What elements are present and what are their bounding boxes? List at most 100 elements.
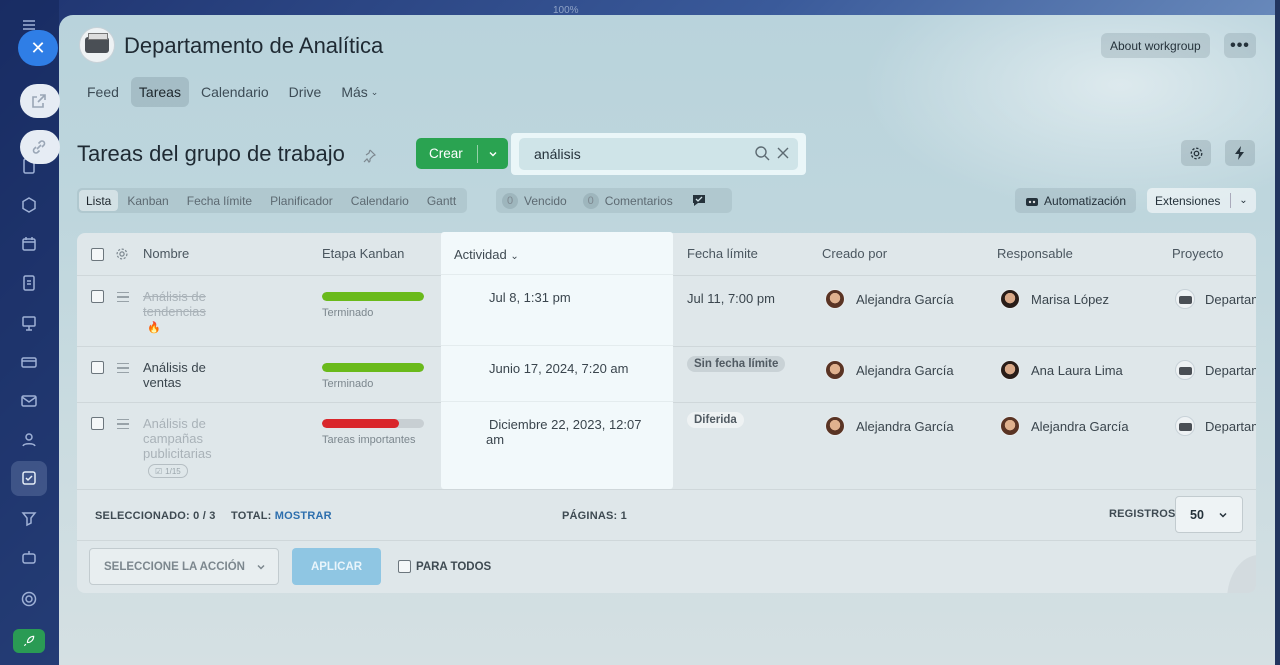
selected-label: SELECCIONADO:: [95, 510, 190, 522]
creator-name: Alejandra García: [856, 418, 954, 434]
task-name-line: tendencias: [143, 304, 206, 319]
column-header-project[interactable]: Proyecto: [1172, 246, 1223, 261]
copy-link-button[interactable]: [20, 130, 60, 164]
chevron-down-icon[interactable]: ⌄: [1231, 195, 1256, 206]
chevron-down-icon: [257, 564, 265, 570]
select-all-checkbox[interactable]: [91, 248, 104, 261]
robot-icon[interactable]: [20, 548, 38, 566]
row-checkbox[interactable]: [91, 361, 104, 374]
close-slider-button[interactable]: ✕: [18, 30, 58, 66]
task-name-link[interactable]: Análisis de ventas: [143, 360, 206, 390]
view-planificador[interactable]: Planificador: [261, 190, 342, 211]
column-header-name[interactable]: Nombre: [143, 246, 189, 261]
quick-actions-button[interactable]: [1225, 140, 1255, 166]
column-header-created-by[interactable]: Creado por: [822, 246, 887, 261]
column-header-activity[interactable]: Actividad ⌄: [454, 247, 519, 262]
view-calendario[interactable]: Calendario: [342, 190, 418, 211]
comments-count: 0: [582, 192, 599, 209]
comments-filter[interactable]: Comentarios: [605, 194, 673, 208]
for-all-option[interactable]: PARA TODOS: [398, 560, 491, 573]
read-all-comments-icon[interactable]: [691, 193, 707, 208]
create-dropdown-chevron-icon[interactable]: [478, 149, 508, 159]
column-header-deadline[interactable]: Fecha límite: [687, 246, 758, 261]
drag-handle-icon[interactable]: [117, 419, 129, 429]
project-link[interactable]: Departamento de Analítica: [1175, 289, 1256, 309]
tasks-icon[interactable]: [20, 469, 38, 487]
row-checkbox[interactable]: [91, 417, 104, 430]
create-task-button[interactable]: Crear: [416, 138, 508, 169]
mail-icon[interactable]: [20, 392, 38, 410]
deadline-badge[interactable]: Sin fecha límite: [687, 356, 786, 372]
creator[interactable]: Alejandra García: [825, 360, 954, 380]
responsible-name: Alejandra García: [1031, 418, 1129, 434]
creator-name: Alejandra García: [856, 291, 954, 307]
group-action-select[interactable]: SELECCIONE LA ACCIÓN: [89, 548, 279, 585]
stage-label: Terminado: [322, 307, 374, 319]
rocket-icon[interactable]: [13, 629, 45, 653]
responsible-name: Ana Laura Lima: [1031, 362, 1123, 378]
contacts-icon[interactable]: [20, 431, 38, 449]
responsible-person[interactable]: Marisa López: [1000, 289, 1109, 309]
group-avatar: [79, 27, 115, 63]
responsible-name: Marisa López: [1031, 291, 1110, 307]
column-header-responsible[interactable]: Responsable: [997, 246, 1073, 261]
tab-drive[interactable]: Drive: [281, 77, 330, 107]
pin-icon[interactable]: [362, 149, 376, 163]
view-fecha-limite[interactable]: Fecha límite: [178, 190, 261, 211]
tab-mas[interactable]: Más ⌄: [333, 77, 386, 107]
overdue-filter[interactable]: Vencido: [524, 194, 567, 208]
automation-button[interactable]: Automatización: [1015, 188, 1136, 213]
for-all-checkbox[interactable]: [398, 560, 411, 573]
creator[interactable]: Alejandra García: [825, 416, 954, 436]
stage-label: Tareas importantes: [322, 434, 416, 446]
search-input[interactable]: análisis: [519, 138, 798, 170]
about-workgroup-button[interactable]: About workgroup: [1101, 33, 1210, 58]
robot-icon: [1025, 197, 1038, 206]
presentation-icon[interactable]: [20, 314, 38, 332]
task-name-link[interactable]: Análisis de campañas publicitarias: [143, 416, 212, 461]
file-icon[interactable]: [20, 274, 38, 292]
calendar-icon[interactable]: [20, 235, 38, 253]
project-link[interactable]: Departamento de Analítica: [1175, 416, 1256, 436]
card-icon[interactable]: [20, 353, 38, 371]
show-total-link[interactable]: MOSTRAR: [275, 510, 332, 522]
avatar: [825, 416, 845, 436]
activity-date: Diciembre 22, 2023, 12:07 am: [486, 417, 641, 447]
settings-icon[interactable]: [20, 590, 38, 608]
column-settings-gear-icon[interactable]: [115, 247, 129, 261]
scroll-right-arrow-icon[interactable]: ›: [1227, 555, 1256, 593]
row-divider: [77, 540, 1256, 541]
deadline-badge[interactable]: Diferida: [687, 412, 744, 428]
task-name-link[interactable]: Análisis de tendencias: [143, 289, 206, 319]
drag-handle-icon[interactable]: [117, 292, 129, 302]
view-gantt[interactable]: Gantt: [418, 190, 465, 211]
view-lista[interactable]: Lista: [79, 190, 119, 211]
hexagon-icon[interactable]: [20, 196, 38, 214]
more-options-button[interactable]: •••: [1224, 33, 1256, 58]
drag-handle-icon[interactable]: [117, 363, 129, 373]
funnel-icon[interactable]: [20, 509, 38, 527]
chevron-down-icon: ⌄: [370, 86, 379, 97]
responsible-person[interactable]: Ana Laura Lima: [1000, 360, 1123, 380]
records-per-page-select[interactable]: 50: [1175, 496, 1243, 533]
view-kanban[interactable]: Kanban: [118, 190, 177, 211]
tab-tareas[interactable]: Tareas: [130, 77, 189, 107]
apply-button[interactable]: APLICAR: [292, 548, 381, 585]
creator[interactable]: Alejandra García: [825, 289, 954, 309]
deadline-value[interactable]: Jul 11, 7:00 pm: [687, 291, 775, 306]
list-settings-button[interactable]: [1181, 140, 1211, 166]
column-header-stage[interactable]: Etapa Kanban: [322, 246, 404, 261]
clear-search-icon[interactable]: [776, 145, 790, 161]
tab-calendario[interactable]: Calendario: [193, 77, 277, 107]
checklist-badge[interactable]: ☑ 1/15: [148, 464, 188, 478]
open-new-window-button[interactable]: [20, 84, 60, 118]
checklist-icon: ☑: [155, 466, 163, 476]
responsible-person[interactable]: Alejandra García: [1000, 416, 1129, 436]
project-link[interactable]: Departamento de Analítica: [1175, 360, 1256, 380]
search-icon[interactable]: [754, 145, 770, 161]
stage-progress-bar: [322, 363, 424, 372]
tab-feed[interactable]: Feed: [79, 77, 127, 107]
lightning-icon: [1235, 146, 1244, 160]
row-checkbox[interactable]: [91, 290, 104, 303]
extensions-button[interactable]: Extensiones ⌄: [1147, 188, 1256, 213]
